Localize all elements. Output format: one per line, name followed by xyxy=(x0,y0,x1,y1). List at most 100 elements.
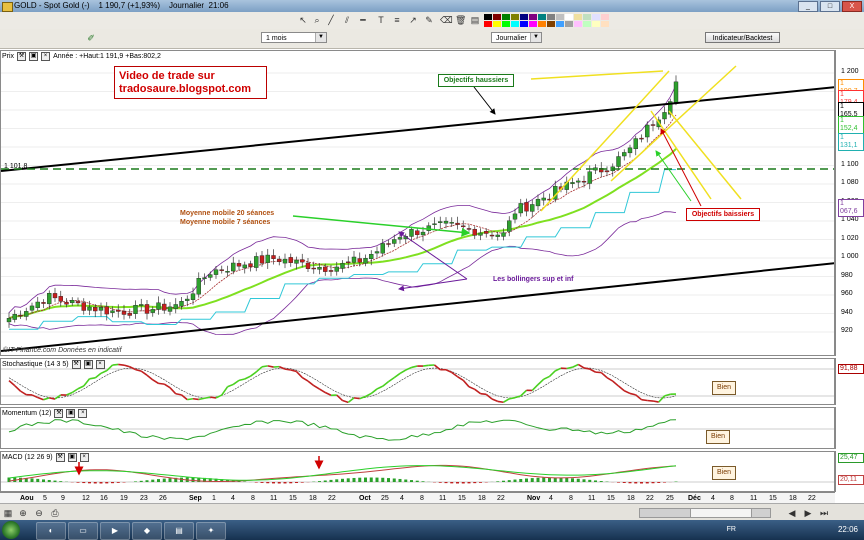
zoom-icon[interactable]: ⌕ xyxy=(312,15,322,25)
scroll-left-icon[interactable]: ◀ xyxy=(787,508,797,518)
color-swatch[interactable] xyxy=(520,21,528,27)
day-label: 15 xyxy=(607,495,615,502)
taskbar-media-icon[interactable]: ▶ xyxy=(100,522,130,540)
color-swatch[interactable] xyxy=(511,14,519,20)
taskbar-tool-icon[interactable]: ✦ xyxy=(196,522,226,540)
taskbar-chart-icon[interactable]: ▤ xyxy=(164,522,194,540)
color-swatch[interactable] xyxy=(538,21,546,27)
candle-body xyxy=(81,302,86,311)
color-swatch[interactable] xyxy=(511,21,519,27)
zoom-out-icon[interactable]: ⊖ xyxy=(34,508,44,518)
month-label: Déc xyxy=(688,495,701,502)
trash-icon[interactable]: 🗑 xyxy=(455,15,466,25)
color-swatch[interactable] xyxy=(502,21,510,27)
candle-body xyxy=(254,256,259,268)
price-tick-label: 1 200 xyxy=(841,68,859,75)
panel-tools-icon[interactable]: ⚒ xyxy=(54,409,64,418)
color-swatch[interactable] xyxy=(556,14,564,20)
color-swatch[interactable] xyxy=(493,21,501,27)
panel-tools-icon[interactable]: ⚒ xyxy=(71,360,81,369)
taskbar-browser-icon[interactable]: ◐ xyxy=(36,522,66,540)
color-swatch[interactable] xyxy=(502,14,510,20)
panel-close-icon[interactable]: × xyxy=(95,360,105,369)
stoch-k-segment xyxy=(451,371,458,378)
color-swatch[interactable] xyxy=(484,21,492,27)
color-swatch[interactable] xyxy=(592,14,600,20)
stoch-k-segment xyxy=(313,384,320,390)
color-swatch[interactable] xyxy=(574,21,582,27)
candle-body xyxy=(29,305,35,311)
color-swatch[interactable] xyxy=(574,14,582,20)
scroll-right-icon[interactable]: ▶ xyxy=(803,508,813,518)
interval-select[interactable]: Journalier ▼ xyxy=(491,32,542,43)
chart-tools-icon[interactable]: ✐ xyxy=(86,33,96,43)
stochastic-panel[interactable]: Stochastique (14 3 5) ⚒ ▣ × Bien xyxy=(0,358,835,405)
arrow-tool-icon[interactable]: ↗ xyxy=(408,15,418,25)
channel-icon[interactable]: ⫽ xyxy=(342,15,352,25)
color-swatch[interactable] xyxy=(601,21,609,27)
indicator-backtest-button[interactable]: Indicateur/Backtest xyxy=(705,32,780,43)
color-swatch[interactable] xyxy=(556,21,564,27)
scroll-end-icon[interactable]: ⏭ xyxy=(819,508,829,518)
color-swatch[interactable] xyxy=(583,14,591,20)
window-titlebar: GOLD - Spot Gold (-) 1 190,7 (+1,93%) Jo… xyxy=(0,0,864,12)
macd-panel[interactable]: MACD (12 26 9) ⚒ ▣ × Bien xyxy=(0,451,835,492)
start-button[interactable] xyxy=(2,521,20,539)
language-indicator[interactable]: FR xyxy=(727,524,736,536)
panel-save-icon[interactable]: ▣ xyxy=(83,360,93,369)
color-swatch[interactable] xyxy=(529,14,537,20)
text-icon[interactable]: T xyxy=(376,15,386,25)
macd-histogram-bar xyxy=(398,478,402,482)
panel-save-icon[interactable]: ▣ xyxy=(66,409,76,418)
price-tick-label: 1 100 xyxy=(841,160,859,168)
chart-type-icon[interactable]: ▦ xyxy=(3,508,13,518)
close-button[interactable]: X xyxy=(842,1,862,12)
scrollbar-thumb[interactable] xyxy=(690,509,752,517)
maximize-button[interactable]: □ xyxy=(820,1,840,12)
color-swatch[interactable] xyxy=(565,14,573,20)
taskbar-app-icon[interactable]: ◆ xyxy=(132,522,162,540)
color-swatch[interactable] xyxy=(565,21,573,27)
price-panel[interactable]: Prix ⚒ ▣ × Année : +Haut:1 191,9 +Bas:80… xyxy=(0,50,835,356)
hline-icon[interactable]: ━ xyxy=(358,15,368,25)
panel-tools-icon[interactable]: ⚒ xyxy=(55,453,65,462)
stoch-signal-line xyxy=(8,367,677,399)
print-icon[interactable]: ⎙ xyxy=(50,508,60,518)
panel-close-icon[interactable]: × xyxy=(79,453,89,462)
color-swatch[interactable] xyxy=(547,21,555,27)
panel-save-icon[interactable]: ▣ xyxy=(67,453,77,462)
candle-body xyxy=(6,318,12,323)
zoom-in-icon[interactable]: ⊕ xyxy=(18,508,28,518)
color-palette[interactable] xyxy=(484,14,609,27)
color-swatch[interactable] xyxy=(520,14,528,20)
candle-body xyxy=(420,231,426,236)
horizontal-scrollbar[interactable] xyxy=(639,508,771,518)
fibonacci-icon[interactable]: ≡ xyxy=(392,15,402,25)
color-swatch[interactable] xyxy=(538,14,546,20)
day-label: 18 xyxy=(627,495,635,502)
color-swatch[interactable] xyxy=(484,14,492,20)
color-swatch[interactable] xyxy=(601,14,609,20)
panel-close-icon[interactable]: × xyxy=(78,409,88,418)
color-swatch[interactable] xyxy=(547,14,555,20)
panel-close-icon[interactable]: × xyxy=(41,52,51,61)
color-swatch[interactable] xyxy=(583,21,591,27)
color-swatch[interactable] xyxy=(529,21,537,27)
color-swatch[interactable] xyxy=(592,21,600,27)
trendline-icon[interactable]: ╱ xyxy=(326,15,336,25)
candle-body xyxy=(662,112,667,120)
macd-histogram-bar xyxy=(277,482,281,484)
stoch-k-segment xyxy=(158,382,165,385)
properties-icon[interactable]: ▤ xyxy=(470,15,480,25)
color-swatch[interactable] xyxy=(493,14,501,20)
cursor-icon[interactable]: ↖ xyxy=(298,15,308,25)
period-select[interactable]: 1 mois ▼ xyxy=(261,32,327,43)
minimize-button[interactable]: _ xyxy=(798,1,818,12)
taskbar-folder-icon[interactable]: ▭ xyxy=(68,522,98,540)
panel-tools-icon[interactable]: ⚒ xyxy=(17,52,27,61)
stoch-k-segment xyxy=(641,398,648,402)
momentum-panel[interactable]: Momentum (12) ⚒ ▣ × Bien xyxy=(0,407,835,449)
eraser-icon[interactable]: ⌫ xyxy=(440,15,453,25)
panel-save-icon[interactable]: ▣ xyxy=(29,52,39,61)
pencil-icon[interactable]: ✎ xyxy=(424,15,434,25)
